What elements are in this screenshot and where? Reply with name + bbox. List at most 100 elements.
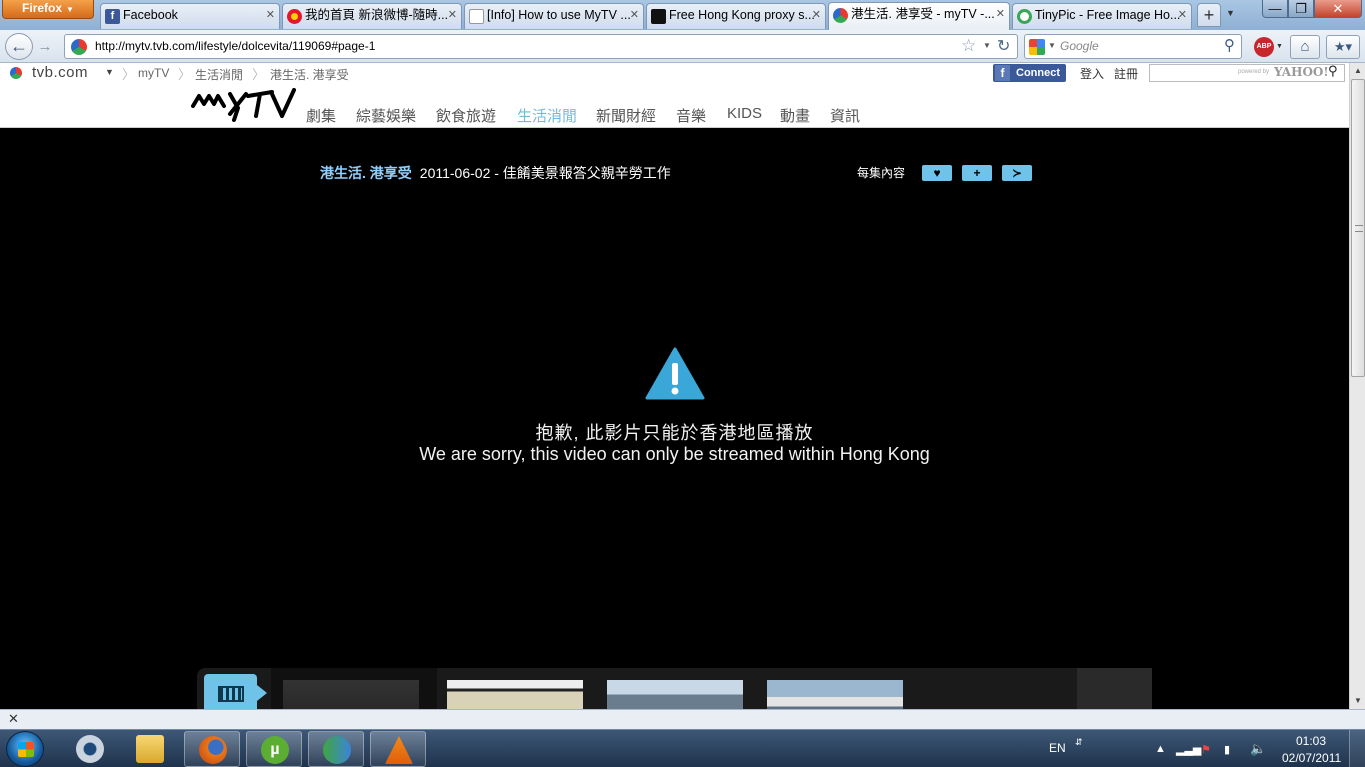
taskbar-utorrent[interactable]: µ: [246, 731, 302, 767]
chevron-down-icon[interactable]: ▼: [105, 67, 114, 77]
close-icon[interactable]: ✕: [8, 711, 19, 727]
google-engine-icon[interactable]: [1029, 39, 1045, 55]
tab-tinypic[interactable]: TinyPic - Free Image Ho... ✕: [1012, 3, 1192, 29]
mytv-logo[interactable]: [190, 86, 296, 124]
filmstrip-next-area[interactable]: [1077, 668, 1152, 709]
tinypic-favicon-icon: [1017, 9, 1032, 24]
close-icon[interactable]: ✕: [812, 4, 821, 27]
url-text[interactable]: http://mytv.tvb.com/lifestyle/dolcevita/…: [95, 35, 375, 58]
bottom-bar: ✕: [0, 709, 1365, 729]
language-indicator[interactable]: EN: [1049, 741, 1066, 755]
breadcrumb-separator: 〉: [252, 67, 266, 82]
episode-thumbnail[interactable]: [607, 680, 743, 709]
page-scrollbar[interactable]: ▲ ▼: [1349, 63, 1365, 709]
close-window-button[interactable]: ✕: [1314, 0, 1362, 18]
breadcrumb-separator: 〉: [122, 67, 136, 82]
episode-thumbnail[interactable]: [767, 680, 903, 709]
nav-info[interactable]: 資訊: [830, 105, 860, 126]
site-search-input[interactable]: powered by YAHOO!: [1149, 64, 1345, 82]
nav-music[interactable]: 音樂: [676, 105, 706, 126]
firefox-icon: [199, 736, 227, 764]
episodes-tab[interactable]: [204, 674, 257, 709]
language-options-icon[interactable]: ⇵: [1075, 737, 1083, 748]
nav-news-finance[interactable]: 新聞財經: [596, 105, 656, 126]
history-dropdown-icon[interactable]: ▼: [983, 41, 991, 50]
tab-weibo[interactable]: 我的首頁 新浪微博-隨時... ✕: [282, 3, 462, 29]
show-desktop-button[interactable]: [1349, 730, 1365, 767]
scroll-down-arrow-icon[interactable]: ▼: [1350, 693, 1365, 709]
url-bar[interactable]: http://mytv.tvb.com/lifestyle/dolcevita/…: [64, 34, 1018, 59]
warning-icon: [645, 347, 705, 400]
facebook-connect-button[interactable]: f Connect: [993, 64, 1066, 82]
register-link[interactable]: 註冊: [1114, 65, 1138, 82]
site-identity-icon[interactable]: [71, 39, 87, 55]
firefox-menu-button[interactable]: Firefox ▼: [2, 0, 94, 19]
tab-label: Facebook: [123, 8, 178, 22]
add-plus-button[interactable]: +: [962, 165, 992, 181]
minimize-button[interactable]: —: [1262, 0, 1288, 18]
volume-icon[interactable]: 🔈: [1250, 741, 1266, 757]
bookmark-star-icon[interactable]: ☆: [961, 36, 976, 56]
episode-content-label[interactable]: 每集內容: [857, 164, 905, 181]
scroll-up-arrow-icon[interactable]: ▲: [1350, 63, 1365, 79]
tab-proxy[interactable]: Free Hong Kong proxy s... ✕: [646, 3, 826, 29]
tvb-logo-icon[interactable]: [10, 67, 22, 79]
nav-food-travel[interactable]: 飲食旅遊: [436, 105, 496, 126]
tab-mytv[interactable]: 港生活. 港享受 - myTV -... ✕: [828, 2, 1010, 30]
episode-thumbnail[interactable]: [283, 680, 419, 709]
close-icon[interactable]: ✕: [996, 3, 1005, 26]
close-icon[interactable]: ✕: [448, 4, 457, 27]
share-button[interactable]: ≻: [1002, 165, 1032, 181]
programme-name[interactable]: 港生活. 港享受: [320, 165, 412, 181]
search-icon[interactable]: ⚲: [1224, 36, 1235, 54]
maximize-button[interactable]: ❐: [1288, 0, 1314, 18]
tab-mytv-info[interactable]: [Info] How to use MyTV ... ✕: [464, 3, 644, 29]
taskbar-vlc[interactable]: [370, 731, 426, 767]
breadcrumb-programme[interactable]: 港生活. 港享受: [270, 66, 349, 83]
tab-pointer: [257, 685, 267, 701]
nav-kids[interactable]: KIDS: [727, 105, 762, 122]
search-icon[interactable]: ⚲: [1328, 63, 1348, 79]
nav-drama[interactable]: 劇集: [306, 105, 336, 126]
breadcrumb-lifestyle[interactable]: 生活消閒: [195, 66, 243, 83]
tvb-site-link[interactable]: tvb.com: [32, 64, 88, 81]
close-icon[interactable]: ✕: [1178, 4, 1187, 27]
adblock-plus-button[interactable]: ABP: [1254, 37, 1274, 57]
episode-thumbnail[interactable]: [447, 680, 583, 709]
favourite-heart-button[interactable]: ♥: [922, 165, 952, 181]
search-bar[interactable]: ▼ Google ⚲: [1024, 34, 1242, 59]
taskbar-webcam[interactable]: [62, 731, 118, 767]
reload-icon[interactable]: ↻: [997, 36, 1010, 56]
bookmarks-menu-button[interactable]: ★▾: [1326, 35, 1360, 59]
new-tab-button[interactable]: +: [1197, 3, 1221, 27]
clock-time[interactable]: 01:03: [1296, 734, 1326, 748]
start-button[interactable]: [6, 731, 44, 767]
power-icon[interactable]: ▮: [1224, 743, 1230, 756]
clock-date[interactable]: 02/07/2011: [1282, 751, 1341, 765]
nav-lifestyle[interactable]: 生活消閒: [517, 105, 577, 126]
tab-facebook[interactable]: f Facebook ✕: [100, 3, 280, 29]
forward-button[interactable]: →: [34, 37, 56, 57]
taskbar-messenger[interactable]: [308, 731, 364, 767]
search-input[interactable]: Google: [1060, 35, 1099, 58]
list-all-tabs-icon[interactable]: ▼: [1226, 8, 1235, 18]
close-icon[interactable]: ✕: [630, 4, 639, 27]
nav-variety[interactable]: 綜藝娛樂: [356, 105, 416, 126]
scroll-thumb[interactable]: [1351, 79, 1365, 377]
taskbar-firefox[interactable]: [184, 731, 240, 767]
nav-animation[interactable]: 動畫: [780, 105, 810, 126]
error-message-zh: 抱歉, 此影片只能於香港地區播放: [535, 423, 814, 443]
flag-alert-icon[interactable]: ⚑: [1201, 743, 1211, 756]
engine-dropdown-icon[interactable]: ▼: [1048, 41, 1056, 50]
home-button[interactable]: ⌂: [1290, 35, 1320, 59]
chevron-down-icon[interactable]: ▼: [1276, 43, 1283, 50]
show-hidden-icons-icon[interactable]: ▲: [1155, 743, 1166, 755]
back-button[interactable]: ←: [5, 33, 33, 60]
network-signal-icon[interactable]: ▂▃▅: [1176, 743, 1201, 756]
taskbar-explorer[interactable]: [122, 731, 178, 767]
mytv-header: 劇集 綜藝娛樂 飲食旅遊 生活消閒 新聞財經 音樂 KIDS 動畫 資訊: [0, 83, 1349, 128]
breadcrumb-mytv[interactable]: myTV: [138, 66, 169, 80]
utorrent-icon: µ: [261, 736, 289, 764]
close-icon[interactable]: ✕: [266, 4, 275, 27]
login-link[interactable]: 登入: [1080, 65, 1104, 82]
